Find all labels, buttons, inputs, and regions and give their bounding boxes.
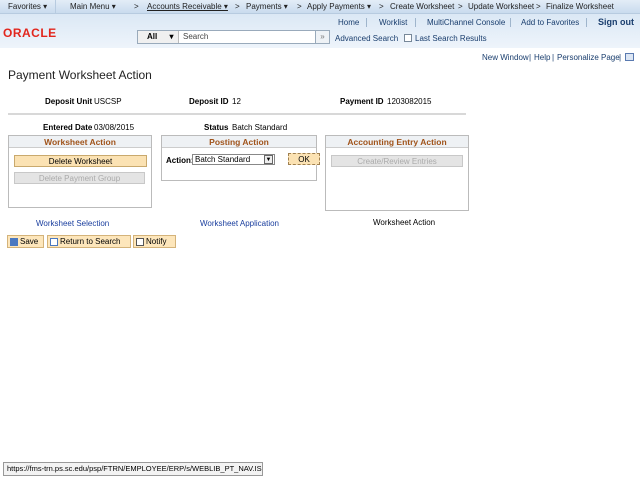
- nav-sep: >: [458, 2, 463, 11]
- worksheet-application-link[interactable]: Worksheet Application: [200, 219, 279, 228]
- create-review-entries-button: Create/Review Entries: [331, 155, 463, 167]
- divider: [586, 18, 587, 27]
- page-title: Payment Worksheet Action: [8, 68, 152, 82]
- grid-icon[interactable]: [625, 53, 634, 61]
- multichannel-console-link[interactable]: MultiChannel Console: [427, 18, 505, 27]
- divider: [510, 18, 511, 27]
- deposit-unit-label: Deposit Unit: [45, 97, 93, 106]
- search-scope-select[interactable]: All ▾: [138, 31, 179, 43]
- payment-id-label: Payment ID: [340, 97, 384, 106]
- return-icon: [50, 237, 58, 246]
- ok-button[interactable]: OK: [288, 153, 320, 165]
- worklist-link[interactable]: Worklist: [379, 18, 407, 27]
- notify-icon: [136, 237, 144, 246]
- divider: |: [619, 53, 622, 62]
- nav-create-worksheet[interactable]: Create Worksheet: [390, 2, 454, 11]
- action-select[interactable]: Batch Standard ▼: [192, 154, 275, 165]
- panel-title: Accounting Entry Action: [326, 136, 468, 148]
- entered-date-label: Entered Date: [43, 123, 93, 132]
- notify-button[interactable]: Notify: [133, 235, 176, 248]
- status-value: Batch Standard: [232, 123, 288, 132]
- worksheet-selection-link[interactable]: Worksheet Selection: [36, 219, 109, 228]
- posting-action-panel: Posting Action Action: Batch Standard ▼ …: [161, 135, 320, 181]
- divider: |: [552, 53, 555, 62]
- oracle-logo: ORACLE: [3, 26, 57, 40]
- search-scope-value: All: [147, 32, 158, 41]
- save-button[interactable]: Save: [7, 235, 44, 248]
- nav-favorites[interactable]: Favorites ▾: [8, 2, 47, 11]
- chevron-down-icon: ▾: [169, 32, 174, 41]
- accounting-entry-action-panel: Accounting Entry Action Create/Review En…: [325, 135, 469, 211]
- nav-sep: >: [235, 2, 240, 11]
- panel-title: Worksheet Action: [9, 136, 151, 148]
- divider: |: [529, 53, 532, 62]
- action-select-value: Batch Standard: [195, 155, 251, 164]
- nav-accounts-receivable[interactable]: Accounts Receivable ▾: [147, 2, 228, 11]
- worksheet-action-label: Worksheet Action: [373, 218, 436, 227]
- entered-date-value: 03/08/2015: [94, 123, 135, 132]
- nav-sep: >: [379, 2, 384, 11]
- nav-sep: >: [134, 2, 139, 11]
- action-label: Action:: [166, 156, 194, 165]
- chevron-down-icon: ▼: [264, 155, 273, 164]
- delete-payment-group-button: Delete Payment Group: [14, 172, 145, 184]
- personalize-page-link[interactable]: Personalize Page: [557, 53, 620, 62]
- panel-title: Posting Action: [162, 136, 316, 148]
- notify-label: Notify: [146, 237, 167, 246]
- advanced-search-link[interactable]: Advanced Search: [335, 34, 398, 43]
- status-bar-url: https://fms-trn.ps.sc.edu/psp/FTRN/EMPLO…: [3, 462, 263, 476]
- search-bar: All ▾ Search: [137, 30, 330, 44]
- nav-main-menu[interactable]: Main Menu ▾: [70, 2, 116, 11]
- home-link[interactable]: Home: [338, 18, 359, 27]
- deposit-id-value: 12: [232, 97, 241, 106]
- deposit-id-label: Deposit ID: [189, 97, 229, 106]
- payment-id-value: 1203082015: [387, 97, 432, 106]
- divider: [8, 113, 466, 115]
- return-label: Return to Search: [60, 237, 121, 246]
- divider: [55, 0, 56, 14]
- status-label: Status: [204, 123, 229, 132]
- nav-sep: >: [536, 2, 541, 11]
- worksheet-action-panel: Worksheet Action Delete Worksheet Delete…: [8, 135, 152, 208]
- nav-sep: >: [297, 2, 302, 11]
- nav-payments[interactable]: Payments ▾: [246, 2, 288, 11]
- nav-apply-payments[interactable]: Apply Payments ▾: [307, 2, 371, 11]
- search-input[interactable]: Search: [183, 32, 208, 42]
- save-label: Save: [20, 237, 39, 246]
- new-window-link[interactable]: New Window: [482, 53, 529, 62]
- search-go-button[interactable]: »: [315, 30, 330, 44]
- delete-worksheet-button[interactable]: Delete Worksheet: [14, 155, 147, 167]
- add-to-favorites-link[interactable]: Add to Favorites: [521, 18, 579, 27]
- return-to-search-button[interactable]: Return to Search: [47, 235, 131, 248]
- last-search-results-link[interactable]: Last Search Results: [415, 34, 487, 43]
- divider: [415, 18, 416, 27]
- search-results-icon: [404, 34, 412, 42]
- help-link[interactable]: Help: [534, 53, 550, 62]
- divider: [366, 18, 367, 27]
- nav-finalize-worksheet[interactable]: Finalize Worksheet: [546, 2, 614, 11]
- sign-out-link[interactable]: Sign out: [598, 17, 634, 27]
- nav-update-worksheet[interactable]: Update Worksheet: [468, 2, 534, 11]
- deposit-unit-value: USCSP: [94, 97, 122, 106]
- breadcrumb-nav: Favorites ▾ Main Menu ▾ > Accounts Recei…: [0, 0, 640, 14]
- save-icon: [10, 237, 18, 246]
